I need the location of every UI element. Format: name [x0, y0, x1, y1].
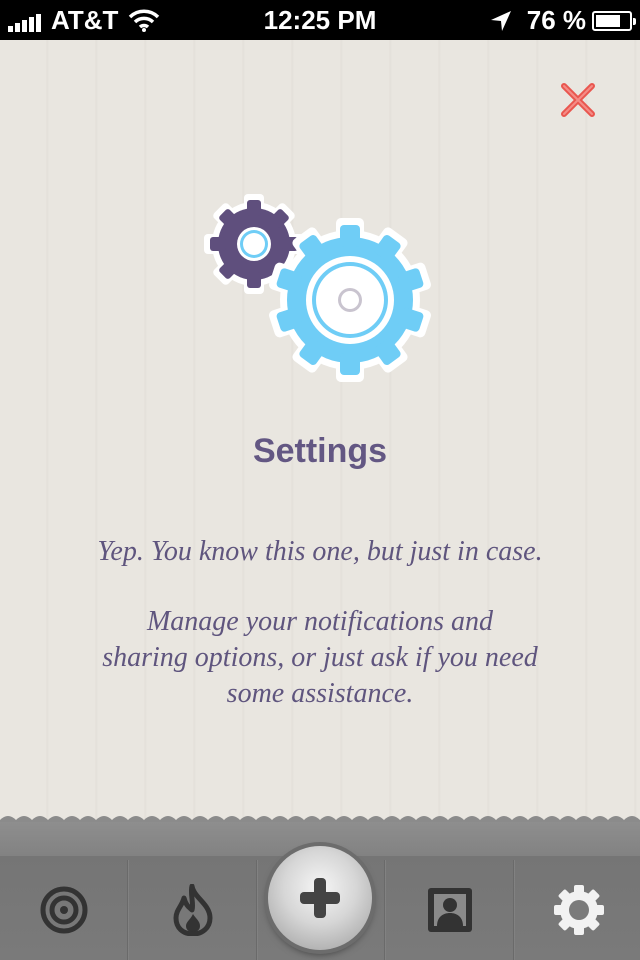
- status-bar: AT&T 12:25 PM 76 %: [0, 0, 640, 40]
- battery-icon: [592, 10, 636, 31]
- intro-text: Yep. You know this one, but just in case…: [97, 536, 543, 567]
- battery-percent: 76 %: [526, 5, 586, 35]
- tab-target[interactable]: [0, 860, 127, 960]
- gear-icon: [553, 885, 604, 935]
- page-title: Settings: [252, 432, 388, 470]
- close-icon[interactable]: [556, 78, 600, 122]
- add-button[interactable]: [268, 846, 372, 950]
- tab-profile[interactable]: [386, 860, 513, 960]
- contact-card-icon: [427, 888, 472, 932]
- plus-icon: [300, 878, 340, 918]
- gears-icon: [204, 194, 433, 382]
- description-text: Manage your notifications and sharing op…: [40, 604, 600, 712]
- description-line: some assistance.: [226, 678, 414, 709]
- description-line: sharing options, or just ask if you need: [102, 642, 538, 673]
- tab-hot[interactable]: [129, 860, 256, 960]
- target-icon: [40, 886, 87, 934]
- location-arrow-icon: [490, 10, 511, 31]
- description-line: Manage your notifications and: [146, 606, 494, 637]
- flame-icon: [173, 884, 212, 936]
- tab-settings[interactable]: [515, 860, 640, 960]
